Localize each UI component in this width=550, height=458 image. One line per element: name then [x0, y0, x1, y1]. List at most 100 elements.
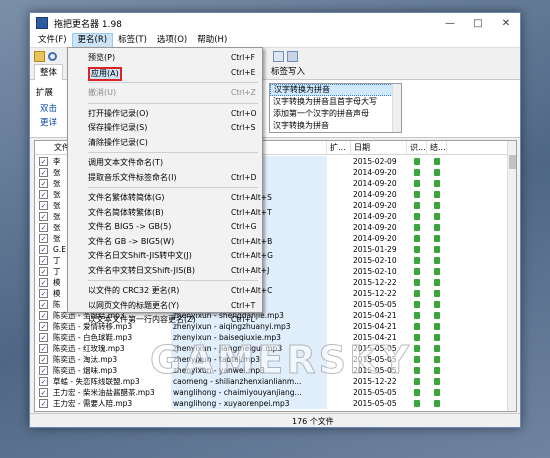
status-dot — [434, 246, 440, 253]
status-dot — [414, 400, 420, 407]
row-checkbox[interactable]: ✓ — [39, 234, 48, 243]
row-checkbox[interactable]: ✓ — [39, 168, 48, 177]
row-checkbox[interactable]: ✓ — [39, 300, 48, 309]
row-checkbox[interactable]: ✓ — [39, 223, 48, 232]
cell-name: 王力宏 - 柴米油盐酱醋茶.mp3 — [53, 388, 155, 397]
menu-entry-shortcut: Ctrl+Alt+T — [231, 207, 272, 217]
status-dot — [434, 180, 440, 187]
menu-entry-shortcut: Ctrl+S — [231, 123, 256, 132]
menu-entry[interactable]: 文件名 BIG5 -> GB(5) Ctrl+G — [68, 220, 262, 234]
pinyin-option-list[interactable]: 汉字转换为拼音 汉字转换为拼音且首字母大写 添加第一个汉字的拼音声母 汉字转换为… — [269, 83, 402, 133]
row-checkbox[interactable]: ✓ — [39, 245, 48, 254]
doubleclick-link[interactable]: 双击 — [40, 102, 57, 114]
cell-name: 王力宏 - 需要人陪.mp3 — [53, 399, 133, 408]
status-dot — [414, 323, 420, 330]
row-checkbox[interactable]: ✓ — [39, 355, 48, 364]
table-row[interactable]: ✓ 王力宏 - 需要人陪.mp3 wanglihong - xuyaorenpei.… — [35, 398, 509, 409]
row-checkbox[interactable]: ✓ — [39, 157, 48, 166]
status-dot — [414, 312, 420, 319]
row-checkbox[interactable]: ✓ — [39, 256, 48, 265]
pinyin-option[interactable]: 添加第一个汉字的拼音声母 — [270, 108, 401, 120]
edit-icon[interactable] — [273, 50, 284, 62]
pinyin-option[interactable]: 汉字转换为拼音且首字母大写 — [270, 96, 401, 108]
menu-entry[interactable]: 以文本文件第一行内容更名(Z) Ctrl+L — [68, 313, 262, 327]
row-checkbox[interactable]: ✓ — [39, 311, 48, 320]
menu-entry[interactable]: 保存操作记录(S) Ctrl+S — [68, 121, 262, 135]
row-checkbox[interactable]: ✓ — [39, 201, 48, 210]
status-dot — [414, 290, 420, 297]
app-icon — [36, 17, 48, 29]
wrench-icon[interactable] — [287, 50, 298, 62]
row-checkbox[interactable]: ✓ — [39, 267, 48, 276]
row-checkbox[interactable]: ✓ — [39, 366, 48, 375]
cell-new-name: wanglihong - xuyaorenpei.mp3 — [171, 398, 327, 409]
cell-date: 2015-02-10 — [353, 267, 397, 276]
row-checkbox[interactable]: ✓ — [39, 399, 48, 408]
cell-date: 2014-09-20 — [353, 223, 397, 232]
tab-tag-write[interactable]: 标签写入 — [266, 64, 310, 80]
status-dot — [434, 312, 440, 319]
menu-entry[interactable]: 应用(A) Ctrl+E — [68, 66, 262, 81]
status-dot — [434, 257, 440, 264]
menu-entry-shortcut: Ctrl+Alt+J — [231, 265, 270, 275]
titlebar: 拖把更名器 1.98 — □ ✕ — [30, 13, 520, 33]
cell-date: 2014-09-20 — [353, 179, 397, 188]
row-checkbox[interactable]: ✓ — [39, 333, 48, 342]
tab-whole[interactable]: 整体 — [34, 64, 64, 80]
row-checkbox[interactable]: ✓ — [39, 179, 48, 188]
menu-entry[interactable]: 调用文本文件命名(T) — [68, 156, 262, 170]
menu-entry-label: 以网页文件的标题更名(Y) — [88, 300, 180, 310]
menu-entry-label: 以文本文件第一行内容更名(Z) — [88, 315, 196, 324]
cell-date: 2015-02-10 — [353, 256, 397, 265]
menu-entry[interactable]: 打开操作记录(O) Ctrl+O — [68, 107, 262, 121]
row-checkbox[interactable]: ✓ — [39, 278, 48, 287]
menu-entry-label: 调用文本文件命名(T) — [88, 158, 164, 167]
col-date[interactable]: 日期 — [351, 141, 407, 155]
more-link[interactable]: 更详 — [40, 116, 57, 128]
table-row[interactable]: ✓ 王力宏 - 柴米油盐酱醋茶.mp3 wanglihong - chaimiyou… — [35, 387, 509, 398]
maximize-button[interactable]: □ — [464, 13, 492, 33]
menu-entry[interactable]: 文件名 GB -> BIG5(W) Ctrl+Alt+B — [68, 235, 272, 249]
menu-entry[interactable]: 提取音乐文件标签命名(I) Ctrl+D — [68, 171, 262, 185]
pinyin-option[interactable]: 汉字转换为拼音 — [270, 84, 401, 96]
row-checkbox[interactable]: ✓ — [39, 212, 48, 221]
col-flag2[interactable]: 结... — [427, 141, 447, 155]
menu-file[interactable]: 文件(F) — [33, 33, 72, 48]
row-checkbox[interactable]: ✓ — [39, 190, 48, 199]
scrollbar-thumb[interactable] — [509, 155, 516, 169]
menu-entry-label: 文件名繁体转简体(G) — [88, 193, 165, 202]
row-checkbox[interactable]: ✓ — [39, 377, 48, 386]
minimize-button[interactable]: — — [436, 13, 464, 33]
menu-tag[interactable]: 标签(T) — [113, 33, 152, 48]
menu-options[interactable]: 选项(O) — [152, 33, 192, 48]
menu-entry[interactable]: 预览(P) Ctrl+F — [68, 51, 262, 65]
menu-entry[interactable]: 清除操作记录(C) — [68, 136, 262, 150]
menu-entry[interactable]: 以网页文件的标题更名(Y) Ctrl+T — [68, 299, 262, 313]
menu-separator — [88, 280, 258, 281]
search-icon[interactable] — [48, 51, 57, 61]
menu-entry[interactable]: 文件名简体转繁体(B) Ctrl+Alt+T — [68, 206, 272, 220]
pinyin-option[interactable]: 汉字转换为拼音 — [270, 120, 401, 132]
cell-date: 2014-09-20 — [353, 168, 397, 177]
row-checkbox[interactable]: ✓ — [39, 289, 48, 298]
menu-entry[interactable]: 文件名繁体转简体(G) Ctrl+Alt+S — [68, 191, 272, 205]
menu-separator — [88, 187, 258, 188]
menu-entry[interactable]: 文件名日文Shift-JIS转中文(J) Ctrl+Alt+G — [68, 249, 273, 263]
pinyin-scrollbar[interactable] — [392, 84, 401, 132]
row-checkbox[interactable]: ✓ — [39, 388, 48, 397]
table-scrollbar[interactable] — [507, 141, 516, 411]
menu-rename[interactable]: 更名(R) — [71, 32, 114, 48]
folder-icon[interactable] — [34, 50, 45, 62]
menu-separator — [88, 152, 258, 153]
col-flag1[interactable]: 识... — [407, 141, 427, 155]
menu-entry[interactable]: 文件名中文转日文Shift-JIS(B) Ctrl+Alt+J — [68, 264, 269, 278]
menu-entry-label: 文件名简体转繁体(B) — [88, 207, 164, 217]
row-checkbox[interactable]: ✓ — [39, 344, 48, 353]
close-button[interactable]: ✕ — [492, 13, 520, 33]
menu-entry[interactable]: 以文件的 CRC32 更名(R) Ctrl+Alt+C — [68, 284, 272, 298]
cell-date: 2014-09-20 — [353, 201, 397, 210]
menu-help[interactable]: 帮助(H) — [192, 33, 232, 48]
col-ext[interactable]: 扩... — [327, 141, 351, 155]
row-checkbox[interactable]: ✓ — [39, 322, 48, 331]
menu-entry-shortcut: Ctrl+F — [231, 53, 255, 62]
